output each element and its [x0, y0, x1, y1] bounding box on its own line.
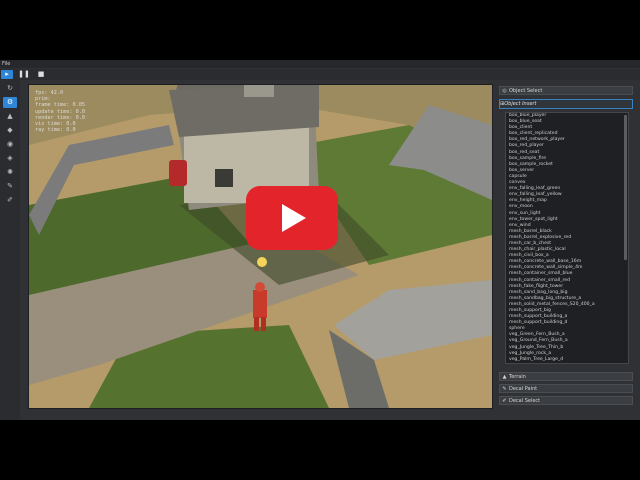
rotate-icon[interactable]: ↻: [3, 83, 17, 94]
list-item[interactable]: veg_Palm_Tree_Large_d: [506, 357, 628, 363]
tag-icon[interactable]: ◈: [3, 153, 17, 164]
letterbox-bottom: [0, 420, 640, 480]
list-scrollbar[interactable]: [624, 115, 627, 260]
light-icon[interactable]: ◉: [3, 139, 17, 150]
debug-line: ray time: 0.0: [35, 127, 76, 134]
menu-bar: File: [0, 60, 640, 68]
menu-file[interactable]: File: [0, 61, 10, 67]
object-panel: ◎ Object Select ⊞Object Insert box_blue_p…: [499, 86, 633, 416]
section-object-insert[interactable]: ⊞Object Insert: [499, 99, 633, 109]
debug-stats: fps: 42.0 prim: frame time: 0.05 update …: [35, 90, 85, 133]
section-label: Object Select: [509, 88, 543, 94]
debug-line: update time: 0.0: [35, 108, 85, 115]
section-decal-paint[interactable]: ✎ Decal Paint: [499, 384, 633, 393]
toolbar: ▸ ❚❚ ■: [0, 69, 640, 80]
object-icon[interactable]: ⚙: [3, 97, 17, 108]
target-icon: ◎: [502, 88, 507, 94]
tool-sidebar: ↻ ⚙ ▲ ◆ ◉ ◈ ✺ ✎ ✐: [0, 80, 20, 420]
terrain-icon: ▲: [502, 374, 507, 380]
section-label: Terrain: [509, 374, 526, 380]
select-icon: ✐: [502, 398, 507, 404]
section-terrain[interactable]: ▲ Terrain: [499, 372, 633, 381]
section-label: Object Insert: [504, 101, 537, 107]
brush-icon[interactable]: ✎: [3, 181, 17, 192]
section-label: Decal Paint: [509, 386, 538, 392]
edit-icon[interactable]: ✐: [3, 195, 17, 206]
debug-line: frame time: 0.05: [35, 102, 85, 109]
letterbox-top: [0, 0, 640, 60]
editor-window: File ▸ ❚❚ ■ ↻ ⚙ ▲ ◆ ◉ ◈ ✺ ✎ ✐ fps: 42.0 …: [0, 60, 640, 420]
object-list[interactable]: box_blue_player box_blue_seat box_client bo…: [505, 112, 629, 364]
play-button[interactable]: ▸: [1, 70, 13, 79]
youtube-play-button[interactable]: [246, 186, 338, 250]
section-decal-select[interactable]: ✐ Decal Select: [499, 396, 633, 405]
section-object-select[interactable]: ◎ Object Select: [499, 86, 633, 95]
terrain-icon[interactable]: ▲: [3, 111, 17, 122]
pause-button[interactable]: ❚❚: [18, 70, 30, 79]
settings-icon[interactable]: ✺: [3, 167, 17, 178]
section-label: Decal Select: [509, 398, 541, 404]
paint-icon[interactable]: ◆: [3, 125, 17, 136]
stop-button[interactable]: ■: [35, 70, 47, 79]
paint-icon: ✎: [502, 386, 507, 392]
